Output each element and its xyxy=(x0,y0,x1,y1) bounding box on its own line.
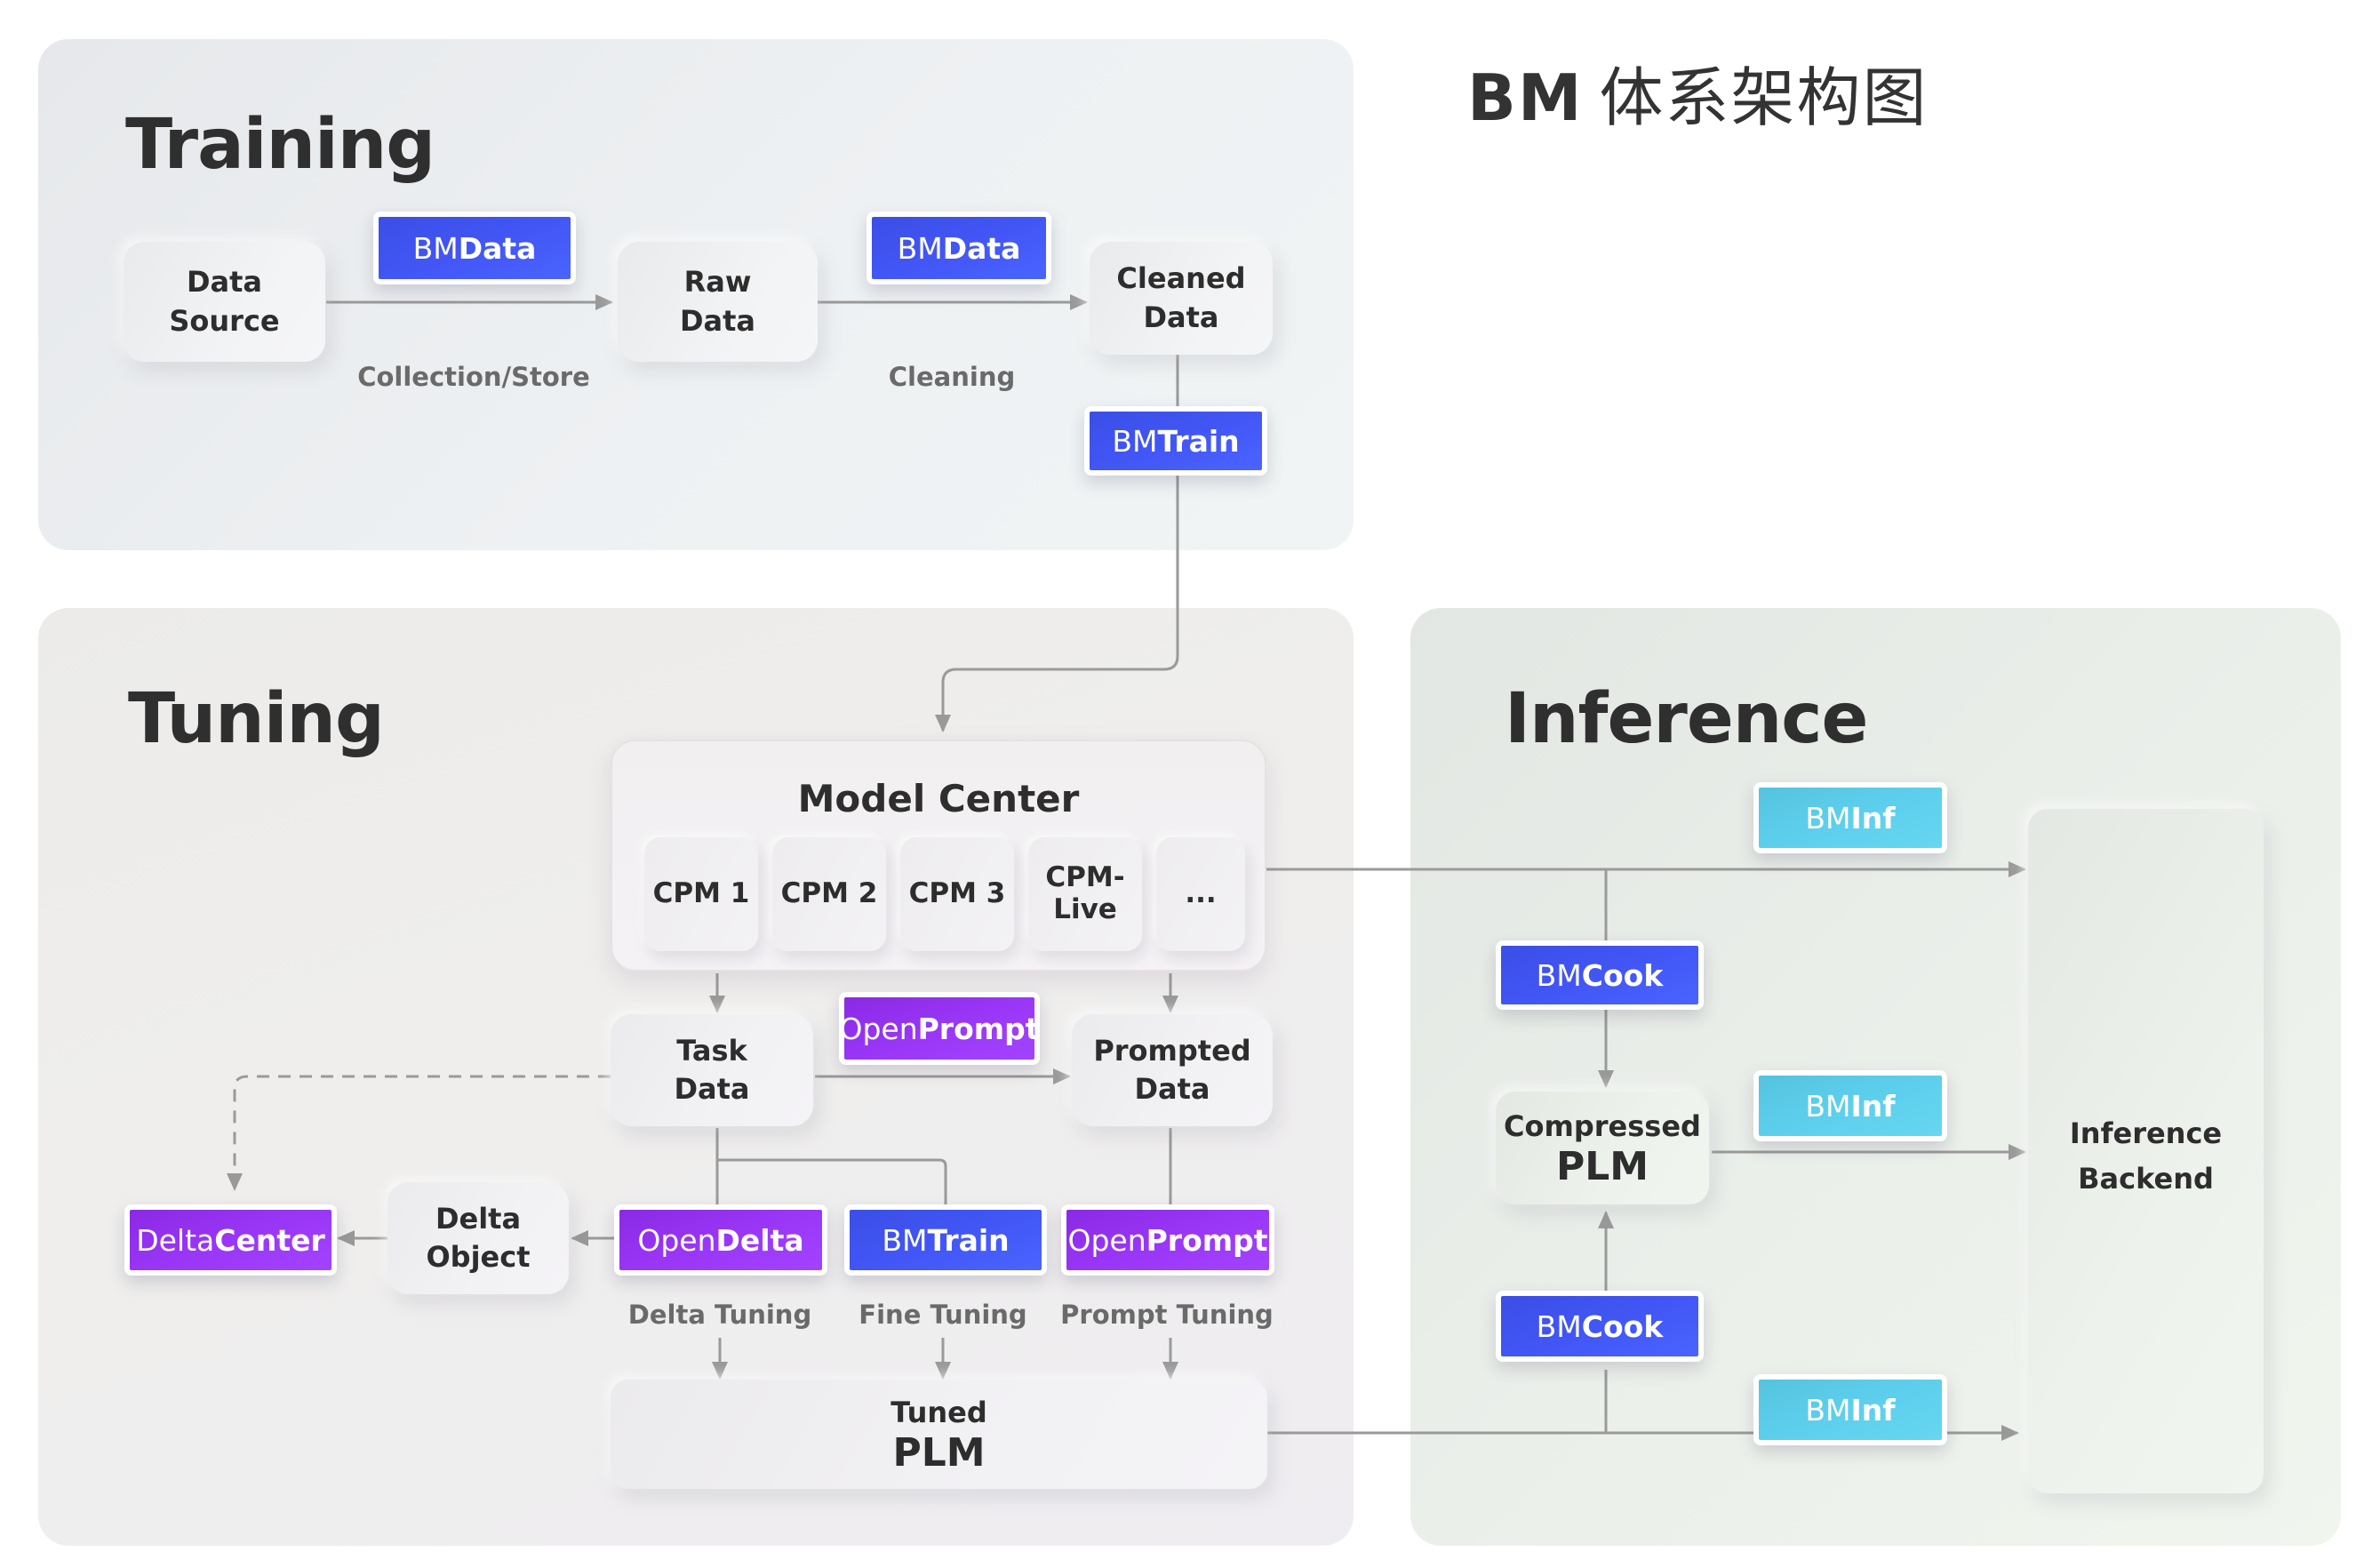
tool-openprompt-tuning[interactable]: Open Prompt xyxy=(1061,1204,1274,1276)
tool-bmtrain-name: Train xyxy=(1157,423,1240,459)
tool-openprompt-name: Prompt xyxy=(917,1011,1040,1046)
edge-label-cleaning: Cleaning xyxy=(888,362,1016,392)
node-raw-data-line1: Raw xyxy=(683,265,752,300)
model-more[interactable]: ... xyxy=(1156,837,1245,951)
node-data-source-line2: Source xyxy=(169,303,280,338)
tool-bmtrain-prefix: BM xyxy=(1112,423,1158,459)
tool-bmtrain-finetune[interactable]: BM Train xyxy=(844,1204,1047,1276)
node-compressed-plm-line1: Compressed xyxy=(1504,1108,1701,1143)
tool-bmcook-name: Cook xyxy=(1581,957,1664,993)
edge-bmtrain-to-model-center xyxy=(935,473,1179,732)
tool-bmdata-prefix: BM xyxy=(897,230,943,266)
node-cleaned-data-line1: Cleaned xyxy=(1116,261,1246,296)
model-cpm-live[interactable]: CPM- Live xyxy=(1028,837,1142,951)
node-task-data-line2: Data xyxy=(674,1072,750,1106)
tool-bmdata-cleaning[interactable]: BM Data xyxy=(867,212,1051,284)
node-compressed-plm-line2: PLM xyxy=(1555,1143,1649,1189)
tool-openprompt-name: Prompt xyxy=(1146,1222,1268,1258)
tool-bmtrain-prefix: BM xyxy=(882,1222,928,1258)
tool-openprompt-prefix: Open xyxy=(839,1011,918,1046)
tool-bminf-name: Inf xyxy=(1850,800,1896,836)
tool-bmcook-prefix: BM xyxy=(1536,957,1582,993)
tool-deltacenter[interactable]: Delta Center xyxy=(124,1204,337,1276)
tool-bminf-direct[interactable]: BM Inf xyxy=(1753,782,1947,853)
tool-deltacenter-name: Center xyxy=(214,1222,325,1258)
tool-bmtrain-pretrain[interactable]: BM Train xyxy=(1084,406,1267,476)
model-cpm-3[interactable]: CPM 3 xyxy=(900,837,1014,951)
node-inference-backend: Inference Backend xyxy=(2028,809,2264,1493)
tool-bmdata-prefix: BM xyxy=(412,230,459,266)
node-cleaned-data-line2: Data xyxy=(1143,300,1219,334)
node-delta-object-line1: Delta xyxy=(435,1201,522,1236)
node-tuned-plm-line1: Tuned xyxy=(891,1395,987,1429)
node-data-source-line1: Data xyxy=(186,265,263,300)
edge-task-to-deltacenter-dashed xyxy=(227,1075,611,1191)
node-prompted-data: Prompted Data xyxy=(1072,1014,1273,1126)
node-delta-object: Delta Object xyxy=(387,1182,569,1294)
node-inference-backend-line2: Backend xyxy=(2078,1162,2214,1196)
tool-deltacenter-prefix: Delta xyxy=(136,1222,215,1258)
edge-label-collection-store: Collection/Store xyxy=(357,362,590,392)
tool-openprompt-data[interactable]: Open Prompt xyxy=(839,992,1040,1065)
tool-bmcook-model-center[interactable]: BM Cook xyxy=(1496,940,1704,1010)
edge-label-delta-tuning: Delta Tuning xyxy=(627,1300,812,1330)
node-task-data: Task Data xyxy=(611,1014,813,1126)
node-task-data-line1: Task xyxy=(676,1033,747,1068)
tool-bmcook-name: Cook xyxy=(1581,1308,1664,1344)
tool-bminf-tuned[interactable]: BM Inf xyxy=(1753,1374,1947,1445)
tool-bminf-prefix: BM xyxy=(1805,1392,1851,1428)
edge-task-to-bmtrain xyxy=(717,1158,947,1207)
model-center: Model Center CPM 1 CPM 2 CPM 3 CPM- Live… xyxy=(611,740,1266,972)
tool-bminf-name: Inf xyxy=(1850,1088,1896,1124)
node-data-source: Data Source xyxy=(124,242,325,362)
edge-label-fine-tuning: Fine Tuning xyxy=(859,1300,1027,1330)
tool-opendelta-name: Delta xyxy=(715,1222,804,1258)
tool-bminf-compressed[interactable]: BM Inf xyxy=(1753,1070,1947,1141)
node-raw-data-line2: Data xyxy=(679,303,756,338)
tool-bminf-prefix: BM xyxy=(1805,800,1851,836)
tool-bmdata-collection[interactable]: BM Data xyxy=(373,212,576,284)
node-tuned-plm-line2: PLM xyxy=(892,1429,986,1476)
node-cleaned-data: Cleaned Data xyxy=(1090,242,1273,355)
tool-bminf-prefix: BM xyxy=(1805,1088,1851,1124)
model-cpm-2[interactable]: CPM 2 xyxy=(772,837,886,951)
tool-openprompt-prefix: Open xyxy=(1067,1222,1146,1258)
tool-bmcook-tuned[interactable]: BM Cook xyxy=(1496,1291,1704,1362)
model-cpm-1[interactable]: CPM 1 xyxy=(644,837,758,951)
tool-bminf-name: Inf xyxy=(1850,1392,1896,1428)
node-prompted-data-line2: Data xyxy=(1134,1072,1210,1106)
tool-opendelta-prefix: Open xyxy=(637,1222,716,1258)
node-compressed-plm: Compressed PLM xyxy=(1496,1092,1709,1204)
tool-bmdata-name: Data xyxy=(942,230,1021,266)
node-inference-backend-line1: Inference xyxy=(2069,1116,2223,1150)
node-delta-object-line2: Object xyxy=(426,1240,531,1274)
node-prompted-data-line1: Prompted xyxy=(1093,1033,1251,1068)
tool-bmcook-prefix: BM xyxy=(1536,1308,1582,1344)
tool-bmtrain-name: Train xyxy=(927,1222,1010,1258)
model-center-title: Model Center xyxy=(797,777,1080,820)
edge-label-prompt-tuning: Prompt Tuning xyxy=(1060,1300,1274,1330)
tool-bmdata-name: Data xyxy=(458,230,537,266)
tool-opendelta[interactable]: Open Delta xyxy=(614,1204,827,1276)
node-raw-data: Raw Data xyxy=(618,242,818,362)
node-tuned-plm: Tuned PLM xyxy=(611,1380,1267,1489)
